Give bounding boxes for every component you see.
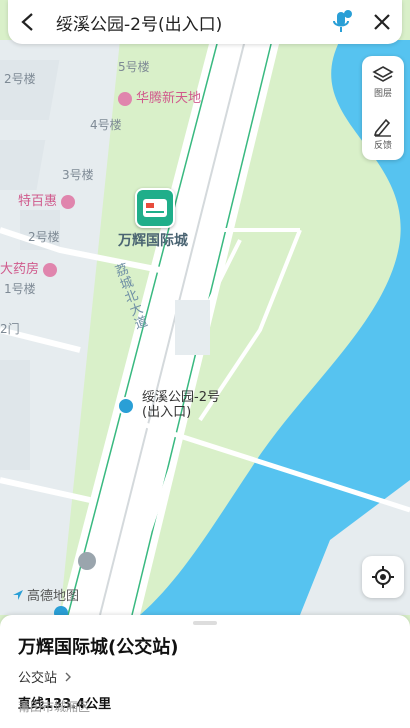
locate-button[interactable] — [362, 556, 404, 598]
map-canvas — [0, 0, 410, 615]
map-tools-panel: 图层 反馈 — [362, 56, 404, 160]
pin-icon — [54, 606, 68, 615]
building-label: 2号楼 — [4, 72, 36, 86]
crosshair-icon — [372, 566, 394, 588]
shop-icon — [61, 194, 76, 209]
layers-label: 图层 — [373, 89, 392, 99]
pharmacy-icon — [43, 262, 58, 277]
toilet-icon — [78, 552, 96, 570]
layers-icon — [372, 66, 394, 82]
park-exit-label: 绥溪公园-2号(出入口) — [142, 390, 220, 420]
layers-button[interactable]: 图层 — [362, 56, 404, 108]
place-category-link[interactable]: 公交站 — [18, 667, 72, 686]
poi-pharmacy[interactable]: 大药房 — [0, 258, 58, 277]
search-bar[interactable]: 绥溪公园-2号(出入口) — [8, 0, 402, 44]
edit-icon — [373, 118, 391, 137]
bus-stop-marker[interactable] — [135, 188, 175, 228]
bus-icon — [143, 199, 167, 217]
feedback-label: 反馈 — [373, 141, 392, 151]
back-arrow-icon — [21, 13, 33, 31]
back-button[interactable] — [8, 0, 48, 44]
district-text: 莆田市城厢区 — [18, 700, 91, 714]
poi-huateng[interactable]: 华腾新天地 — [118, 87, 201, 106]
bus-stop-label: 万辉国际城 — [118, 233, 188, 249]
sheet-handle[interactable] — [193, 621, 217, 625]
building-label: 3号楼 — [62, 168, 94, 182]
close-button[interactable] — [362, 0, 402, 44]
close-icon — [374, 14, 390, 30]
gate-label: 2门 — [0, 322, 20, 336]
building-label: 4号楼 — [90, 118, 122, 132]
microphone-icon — [333, 10, 352, 32]
map-watermark: 高德地图 — [12, 585, 79, 604]
poi-tebaihui[interactable]: 特百惠 — [18, 190, 76, 209]
walk-icon[interactable] — [117, 397, 135, 415]
feedback-button[interactable]: 反馈 — [362, 108, 404, 160]
shop-icon — [118, 91, 132, 106]
building-label: 5号楼 — [118, 60, 150, 74]
building-label: 1号楼 — [4, 282, 36, 296]
chevron-right-icon — [65, 672, 72, 682]
place-title: 万辉国际城(公交站) — [18, 637, 179, 658]
building-label: 2号楼 — [28, 230, 60, 244]
map-view[interactable]: 5号楼 2号楼 华腾新天地 4号楼 3号楼 特百惠 2号楼 大药房 1号楼 2门… — [0, 0, 410, 615]
search-query[interactable]: 绥溪公园-2号(出入口) — [48, 10, 322, 35]
voice-search-button[interactable] — [322, 0, 362, 44]
navigation-arrow-icon — [13, 589, 23, 600]
